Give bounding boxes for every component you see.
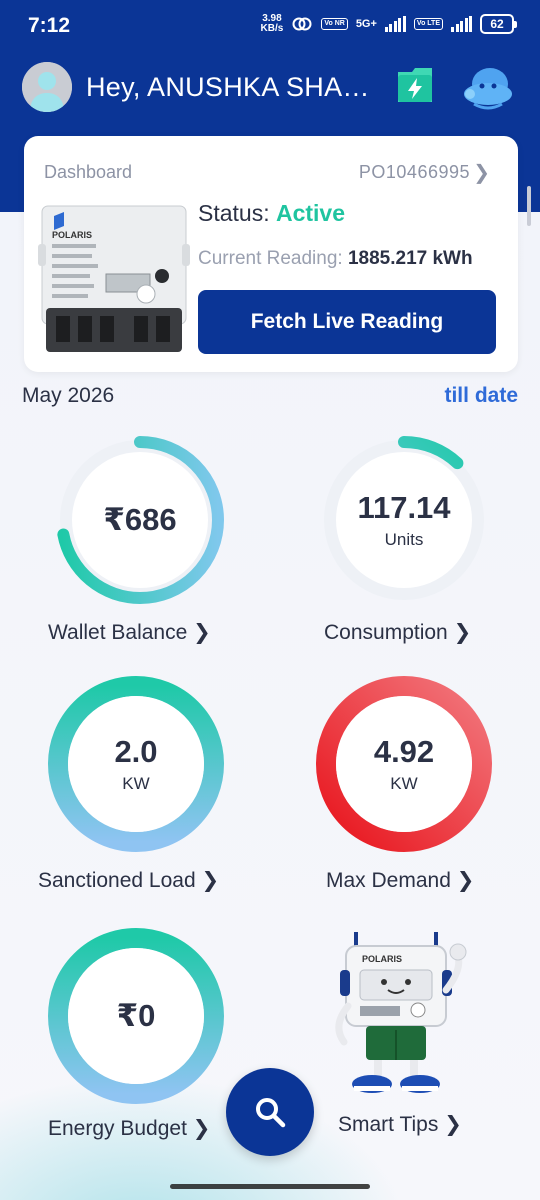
sanctioned-load-inner: 2.0 KW — [68, 696, 204, 832]
meter-id-link[interactable]: PO10466995 — [359, 162, 470, 183]
period-range-link[interactable]: till date — [444, 384, 518, 408]
wallet-balance-value: ₹686 — [103, 502, 177, 537]
smart-tips-label-text: Smart Tips — [338, 1113, 439, 1136]
ai-assistant-icon[interactable] — [460, 64, 516, 110]
signal-strength-icon-2 — [451, 16, 472, 32]
sanctioned-load-label-text: Sanctioned Load — [38, 869, 196, 892]
chevron-right-icon: ❯ — [201, 869, 220, 892]
chevron-right-icon: ❯ — [453, 621, 472, 644]
search-icon — [256, 1098, 286, 1128]
smart-meter-image: POLARIS — [38, 204, 190, 354]
chevron-right-icon[interactable]: ❯ — [473, 160, 490, 185]
wallet-balance-gauge[interactable]: ₹686 — [52, 432, 228, 608]
vo-lte-badge: Vo LTE — [413, 18, 443, 30]
user-avatar-icon[interactable] — [22, 62, 72, 112]
status-icons: 3.98 KB/s Vo NR 5G+ Vo LTE 62 — [261, 14, 517, 34]
robot-brand-text: POLARIS — [362, 954, 402, 964]
consumption-value: 117.14 — [357, 490, 451, 525]
energy-budget-inner: ₹0 — [68, 948, 204, 1084]
fetch-live-reading-button[interactable]: Fetch Live Reading — [198, 290, 496, 354]
current-reading: Current Reading: 1885.217 kWh — [198, 248, 473, 270]
consumption-label[interactable]: Consumption ❯ — [324, 620, 471, 645]
search-button[interactable] — [226, 1068, 314, 1156]
energy-budget-label-text: Energy Budget — [48, 1117, 187, 1140]
dashboard-title: Dashboard — [44, 162, 133, 182]
consumption-unit: Units — [384, 530, 424, 549]
consumption-gauge[interactable]: 117.14 Units — [316, 432, 492, 608]
sanctioned-load-label[interactable]: Sanctioned Load ❯ — [38, 868, 219, 893]
wallet-lightning-icon[interactable] — [394, 66, 436, 106]
smart-tips-robot-image[interactable]: POLARIS — [326, 930, 476, 1098]
hotspot-link-icon — [292, 17, 312, 31]
chevron-right-icon: ❯ — [192, 1117, 211, 1140]
greeting-text: Hey, ANUSHKA SHA… — [86, 72, 370, 102]
status-value: Active — [275, 200, 346, 226]
signal-strength-icon — [384, 16, 406, 32]
consumption-label-text: Consumption — [324, 621, 448, 644]
network-speed-unit: KB/s — [260, 23, 284, 34]
dashboard-card: Dashboard PO10466995 ❯ POLARIS Status: A… — [24, 136, 518, 372]
max-demand-label[interactable]: Max Demand ❯ — [326, 868, 474, 893]
home-indicator[interactable] — [0, 1178, 540, 1200]
sanctioned-load-unit: KW — [122, 774, 150, 793]
energy-budget-gauge[interactable]: ₹0 — [48, 928, 224, 1104]
meter-brand-text: POLARIS — [52, 230, 92, 240]
sanctioned-load-gauge[interactable]: 2.0 KW — [48, 676, 224, 852]
max-demand-unit: KW — [390, 774, 418, 793]
status-bar: 7:12 3.98 KB/s Vo NR 5G+ Vo LTE 62 — [0, 0, 540, 54]
meter-status: Status: Active — [198, 200, 345, 227]
wallet-balance-label[interactable]: Wallet Balance ❯ — [48, 620, 211, 645]
vo-nr-badge: Vo NR — [321, 18, 348, 30]
avatar-person-icon — [22, 62, 72, 112]
chevron-right-icon: ❯ — [456, 869, 475, 892]
reading-value: 1885.217 kWh — [347, 248, 473, 269]
scroll-indicator — [527, 186, 531, 226]
battery-indicator: 62 — [480, 14, 517, 34]
status-label: Status: — [198, 200, 276, 226]
consumption-inner: 117.14 Units — [336, 452, 472, 588]
wallet-balance-inner: ₹686 — [72, 452, 208, 588]
sanctioned-load-value: 2.0 — [114, 734, 158, 769]
max-demand-inner: 4.92 KW — [336, 696, 472, 832]
smart-tips-label[interactable]: Smart Tips ❯ — [338, 1112, 462, 1137]
chevron-right-icon: ❯ — [193, 621, 211, 644]
reading-label: Current Reading: — [198, 248, 348, 269]
wallet-balance-label-text: Wallet Balance — [48, 621, 188, 644]
energy-budget-value: ₹0 — [116, 998, 156, 1033]
period-month: May 2026 — [22, 384, 115, 407]
max-demand-value: 4.92 — [373, 734, 435, 769]
status-time: 7:12 — [28, 14, 71, 37]
network-speed: 3.98 KB/s — [261, 14, 284, 34]
energy-budget-label[interactable]: Energy Budget ❯ — [48, 1116, 210, 1141]
max-demand-label-text: Max Demand — [326, 869, 451, 892]
network-type: 5G+ — [355, 18, 377, 30]
max-demand-gauge[interactable]: 4.92 KW — [316, 676, 492, 852]
chevron-right-icon: ❯ — [444, 1113, 462, 1136]
